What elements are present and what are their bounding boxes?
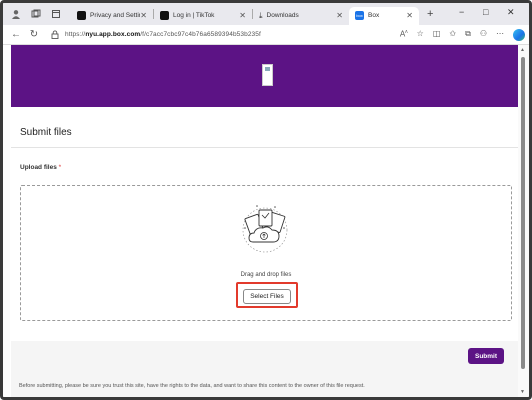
- favorites-icon[interactable]: ✩: [449, 29, 456, 41]
- split-screen-icon[interactable]: ◫: [433, 29, 441, 41]
- workspaces-icon[interactable]: [29, 7, 43, 21]
- divider: [11, 147, 518, 148]
- url-path: /f/c7acc7cbc97c4b76a6589394b53b235f: [140, 31, 261, 38]
- close-tab-icon[interactable]: ✕: [140, 11, 147, 20]
- tab-login[interactable]: Log in | TikTok ✕: [154, 7, 252, 25]
- tab-label: Log in | TikTok: [173, 12, 215, 19]
- download-icon: ⤓: [259, 10, 263, 20]
- drag-drop-text: Drag and drop files: [240, 272, 292, 278]
- browser-window: Privacy and Settings | TikTok ✕ Log in |…: [0, 0, 532, 400]
- trust-notice: Before submitting, please be sure you tr…: [19, 383, 365, 389]
- url-scheme: https://: [65, 31, 86, 38]
- address-bar: ← ↻ https://nyu.app.box.com/f/c7acc7cbc9…: [3, 25, 529, 45]
- scroll-up-icon[interactable]: ▲: [520, 47, 525, 53]
- submit-footer: Submit Before submitting, please be sure…: [11, 341, 518, 397]
- tab-label: Box: [368, 12, 380, 19]
- tab-label: Privacy and Settings | TikTok: [90, 12, 140, 19]
- scrollbar[interactable]: ▲ ▼: [518, 45, 529, 397]
- close-tab-icon[interactable]: ✕: [239, 11, 246, 20]
- upload-illustration-icon: [242, 205, 288, 253]
- tab-strip: Privacy and Settings | TikTok ✕ Log in |…: [3, 3, 529, 25]
- minimize-button[interactable]: −: [459, 7, 464, 17]
- close-tab-icon[interactable]: ✕: [336, 11, 343, 20]
- page-title: Submit files: [20, 127, 72, 138]
- extensions-icon[interactable]: ⚇: [480, 29, 487, 41]
- maximize-button[interactable]: □: [483, 7, 488, 17]
- edge-copilot-icon[interactable]: [513, 29, 525, 41]
- broken-image-icon: [262, 64, 273, 86]
- favorite-star-icon[interactable]: ☆: [417, 29, 424, 41]
- tab-downloads[interactable]: ⤓ Downloads ✕: [253, 7, 349, 25]
- upload-label-text: Upload files: [20, 164, 57, 171]
- lock-icon[interactable]: [51, 26, 59, 44]
- url-field[interactable]: https://nyu.app.box.com/f/c7acc7cbc97c4b…: [65, 31, 261, 38]
- more-menu-icon[interactable]: ⋯: [496, 29, 504, 41]
- header-banner: [11, 45, 518, 107]
- box-icon: box: [355, 11, 364, 20]
- tab-label: Downloads: [266, 12, 299, 19]
- upload-files-label: Upload files *: [20, 164, 61, 171]
- tiktok-icon: [160, 11, 169, 20]
- close-window-button[interactable]: ✕: [507, 7, 515, 18]
- tab-box[interactable]: box Box ✕: [349, 6, 419, 25]
- page-content: Submit files Upload files * Drag and dro…: [3, 45, 518, 397]
- read-aloud-icon[interactable]: Aʌ: [400, 29, 408, 41]
- toolbar-icons: Aʌ ☆ ◫ ✩ ⧉ ⚇ ⋯: [400, 29, 525, 41]
- select-files-highlight-box: [236, 282, 298, 308]
- profile-icon[interactable]: [9, 7, 23, 21]
- tab-actions-icon[interactable]: [49, 7, 63, 21]
- scroll-down-icon[interactable]: ▼: [520, 389, 525, 395]
- url-host: nyu.app.box.com: [85, 31, 141, 38]
- back-icon[interactable]: ←: [7, 29, 25, 40]
- new-tab-button[interactable]: +: [427, 8, 433, 20]
- required-mark: *: [58, 164, 62, 171]
- submit-button[interactable]: Submit: [468, 348, 504, 364]
- close-tab-icon[interactable]: ✕: [406, 11, 413, 20]
- tab-privacy-settings[interactable]: Privacy and Settings | TikTok ✕: [71, 7, 153, 25]
- tiktok-icon: [77, 11, 86, 20]
- collections-icon[interactable]: ⧉: [465, 29, 471, 41]
- scroll-thumb[interactable]: [521, 57, 525, 369]
- refresh-icon[interactable]: ↻: [25, 29, 43, 40]
